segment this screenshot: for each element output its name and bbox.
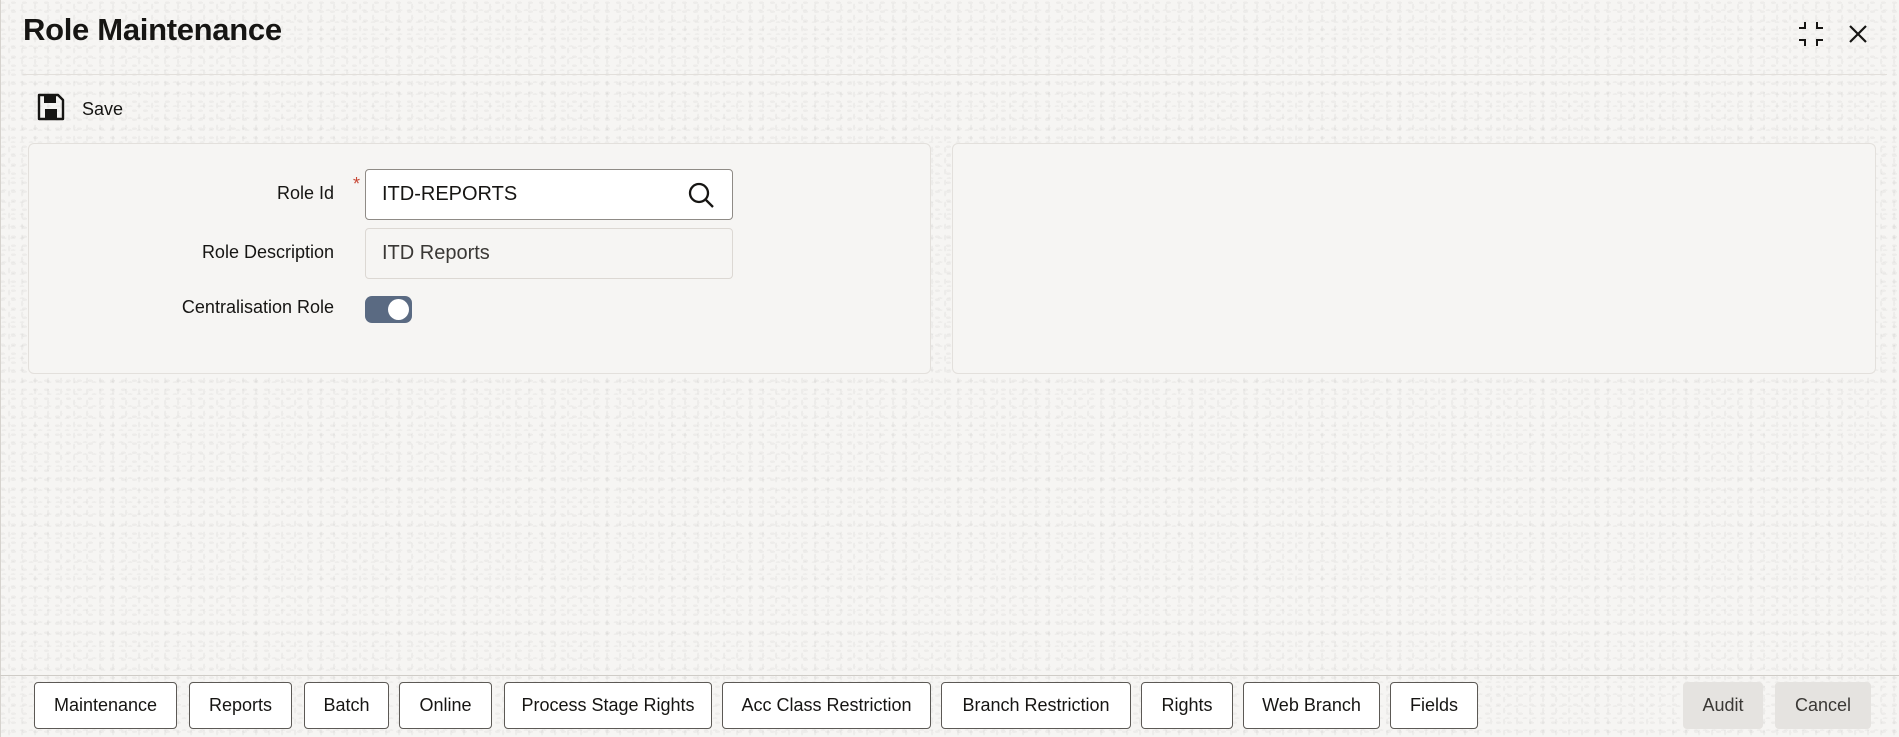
role-description-label: Role Description [201,242,334,262]
save-button[interactable]: Save [36,92,123,126]
cancel-button[interactable]: Cancel [1775,682,1871,729]
role-id-input[interactable]: ITD-REPORTS [365,169,733,220]
toggle-knob [388,299,409,320]
search-icon[interactable] [686,180,716,210]
window-left-edge [0,0,1,737]
close-icon[interactable] [1842,18,1874,50]
header-divider [23,74,1887,75]
role-description-value: ITD Reports [382,242,490,264]
process-stage-rights-button[interactable]: Process Stage Rights [504,682,712,729]
role-id-label: Role Id [276,183,334,203]
collapse-icon[interactable] [1795,18,1827,50]
footer-divider [0,675,1899,676]
centralisation-role-toggle[interactable] [365,296,412,323]
audit-button[interactable]: Audit [1683,682,1763,729]
maintenance-button[interactable]: Maintenance [34,682,177,729]
rights-button[interactable]: Rights [1141,682,1233,729]
page-title: Role Maintenance [23,12,282,47]
save-label: Save [82,98,124,119]
centralisation-role-label: Centralisation Role [181,297,334,317]
role-description-field: ITD Reports [365,228,733,279]
empty-panel [952,143,1876,374]
floppy-disk-icon [36,92,66,127]
required-mark: * [353,174,361,194]
acc-class-restriction-button[interactable]: Acc Class Restriction [722,682,931,729]
online-button[interactable]: Online [399,682,492,729]
reports-button[interactable]: Reports [189,682,292,729]
batch-button[interactable]: Batch [304,682,389,729]
web-branch-button[interactable]: Web Branch [1243,682,1380,729]
role-details-panel: Role Id * ITD-REPORTS Role Description I… [28,143,931,374]
fields-button[interactable]: Fields [1390,682,1478,729]
branch-restriction-button[interactable]: Branch Restriction [941,682,1131,729]
role-id-value: ITD-REPORTS [382,183,518,205]
